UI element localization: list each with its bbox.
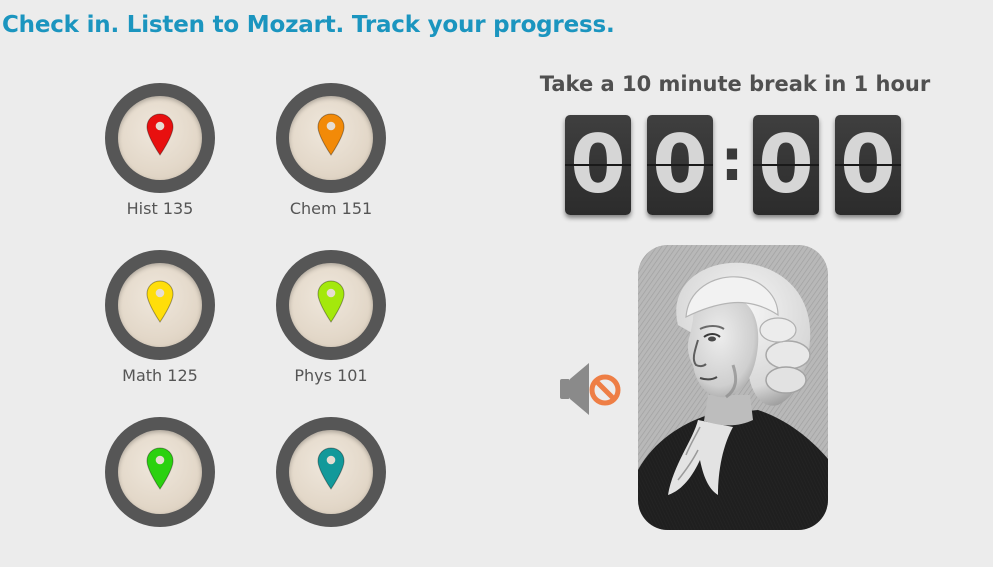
- course-checkin-button[interactable]: Phys 101: [261, 250, 401, 400]
- course-ring: [105, 250, 215, 360]
- course-ring: [105, 83, 215, 193]
- mozart-portrait-image: [638, 245, 828, 530]
- course-ring: [276, 417, 386, 527]
- timer-digit-minutes-tens: 0: [753, 115, 819, 215]
- mozart-portrait: [638, 245, 828, 530]
- course-ring: [105, 417, 215, 527]
- timer-digit-hours-ones: 0: [647, 115, 713, 215]
- map-pin-icon: [146, 280, 174, 323]
- course-checkin-button[interactable]: [90, 417, 230, 567]
- timer-digit-value: 0: [570, 118, 626, 211]
- page-headline: Check in. Listen to Mozart. Track your p…: [2, 12, 615, 38]
- course-label: Phys 101: [294, 366, 368, 385]
- mute-badge-icon: [589, 374, 621, 406]
- timer-digit-value: 0: [652, 118, 708, 211]
- course-checkin-button[interactable]: Hist 135: [90, 83, 230, 233]
- timer-digit-value: 0: [758, 118, 814, 211]
- map-pin-icon: [146, 113, 174, 156]
- speaker-muted-icon: [560, 363, 621, 415]
- timer-separator: :: [720, 126, 744, 194]
- timer-digit-hours-tens: 0: [565, 115, 631, 215]
- map-pin-icon: [317, 280, 345, 323]
- timer-digit-value: 0: [840, 118, 896, 211]
- audio-mute-toggle[interactable]: [555, 358, 625, 422]
- timer-title: Take a 10 minute break in 1 hour: [539, 72, 931, 96]
- course-label: Hist 135: [126, 199, 194, 218]
- course-checkin-button[interactable]: Math 125: [90, 250, 230, 400]
- timer-digit-minutes-ones: 0: [835, 115, 901, 215]
- course-checkin-button[interactable]: [261, 417, 401, 567]
- map-pin-icon: [317, 447, 345, 490]
- course-checkin-button[interactable]: Chem 151: [261, 83, 401, 233]
- course-label: Chem 151: [289, 199, 373, 218]
- map-pin-icon: [317, 113, 345, 156]
- map-pin-icon: [146, 447, 174, 490]
- course-ring: [276, 250, 386, 360]
- course-ring: [276, 83, 386, 193]
- course-label: Math 125: [122, 366, 198, 385]
